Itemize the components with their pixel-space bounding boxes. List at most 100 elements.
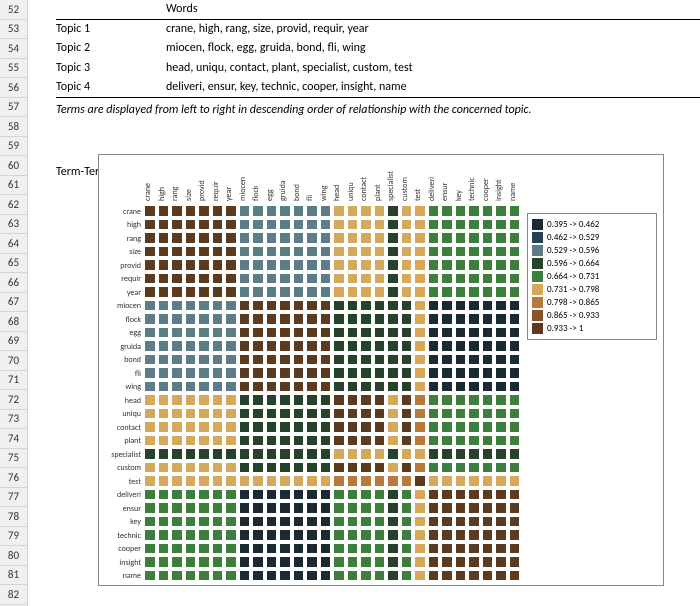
heatmap-cell [279,489,291,501]
heatmap-cell [158,367,170,379]
heatmap-cell [374,570,386,582]
heatmap-cell [185,246,197,258]
heatmap-cell [333,246,345,258]
heatmap-cell [482,421,494,433]
heatmap-cell [144,489,156,501]
heatmap-cell [306,219,318,231]
row-header: 56 [0,78,27,98]
x-axis-label: gruida [278,180,288,201]
heatmap-cell [360,435,372,447]
heatmap-cell [293,286,305,298]
heatmap-cell [468,205,480,217]
heatmap-cell [455,489,467,501]
heatmap-cell [387,475,399,487]
heatmap-cell [333,489,345,501]
row-header: 55 [0,59,27,79]
heatmap-cell [225,232,237,244]
heatmap-cell [333,543,345,555]
x-axis-label: crane [143,183,153,201]
heatmap-cell [333,232,345,244]
heatmap-cell [333,327,345,339]
heatmap-cell [320,435,332,447]
heatmap-cell [387,205,399,217]
y-axis-label: flock [126,313,141,327]
heatmap-cell [347,381,359,393]
heatmap-cell [509,435,521,447]
heatmap-cell [158,273,170,285]
heatmap-cell [279,246,291,258]
heatmap-cell [158,448,170,460]
heatmap-cell [171,570,183,582]
heatmap-cell [279,313,291,325]
heatmap-cell [347,475,359,487]
heatmap-cell [347,205,359,217]
row-header: 72 [0,390,27,410]
topic-words: deliveri, ensur, key, technic, cooper, i… [166,80,700,94]
heatmap-cell [239,313,251,325]
heatmap-cell [374,327,386,339]
row-header: 69 [0,332,27,352]
heatmap-cell [320,570,332,582]
heatmap-cell [468,340,480,352]
x-axis-label: high [157,187,167,201]
heatmap-cell [495,543,507,555]
heatmap-cell [441,205,453,217]
x-axis-label: egg [265,189,275,201]
heatmap-cell [252,259,264,271]
heatmap-cell [279,219,291,231]
legend-label: 0.596 -> 0.664 [547,258,599,269]
heatmap-cell [293,556,305,568]
heatmap-cell [333,475,345,487]
heatmap-cell [279,259,291,271]
heatmap-cell [495,232,507,244]
heatmap-cell [293,448,305,460]
legend: 0.395 -> 0.4620.462 -> 0.5290.529 -> 0.5… [527,213,657,340]
heatmap-cell [171,205,183,217]
heatmap-cell [279,286,291,298]
heatmap-cell [455,354,467,366]
heatmap-cell [185,421,197,433]
heatmap-cell [239,259,251,271]
heatmap-cell [198,435,210,447]
heatmap-cell [360,394,372,406]
heatmap-cell [428,421,440,433]
heatmap-cell [158,340,170,352]
heatmap-cell [374,435,386,447]
row-header: 60 [0,156,27,176]
row-header: 61 [0,176,27,196]
heatmap-cell [279,327,291,339]
heatmap-cell [266,246,278,258]
heatmap-cell [455,421,467,433]
heatmap-cell [225,286,237,298]
x-axis-label: contact [359,177,369,201]
heatmap-cell [482,367,494,379]
heatmap-cell [212,354,224,366]
heatmap-cell [374,232,386,244]
heatmap-cell [374,516,386,528]
heatmap-cell [239,354,251,366]
heatmap-cell [212,367,224,379]
heatmap-cell [225,313,237,325]
heatmap-cell [252,529,264,541]
heatmap-cell [144,327,156,339]
heatmap-cell [455,367,467,379]
heatmap-cell [428,556,440,568]
x-axis-label: technic [467,177,477,201]
heatmap-cell [468,529,480,541]
heatmap-cell [252,394,264,406]
heatmap-cell [468,570,480,582]
heatmap-cell [455,286,467,298]
y-axis-label: test [129,475,141,489]
heatmap-cell [482,543,494,555]
row-header: 53 [0,20,27,40]
heatmap-cell [239,448,251,460]
heatmap-cell [158,529,170,541]
heatmap-cell [212,421,224,433]
heatmap-cell [360,516,372,528]
x-axis-label: miocen [238,177,248,201]
heatmap-cell [455,327,467,339]
heatmap-cell [185,286,197,298]
heatmap-cell [509,300,521,312]
heatmap-cell [239,381,251,393]
heatmap-cell [293,205,305,217]
